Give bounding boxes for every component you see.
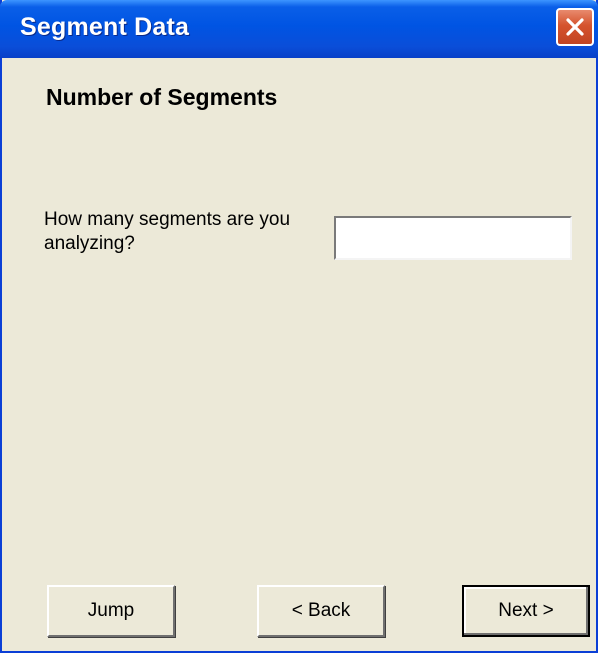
next-button[interactable]: Next > (462, 585, 590, 637)
jump-button[interactable]: Jump (47, 585, 175, 637)
window-title: Segment Data (20, 13, 190, 41)
close-button[interactable] (556, 8, 594, 46)
segments-count-input[interactable] (334, 216, 572, 260)
segments-question-label: How many segments are you analyzing? (44, 209, 291, 254)
title-bar[interactable]: Segment Data (0, 0, 598, 58)
close-icon (566, 18, 584, 36)
back-button[interactable]: < Back (257, 585, 385, 637)
segment-data-dialog: Segment Data Number of Segments How many… (0, 0, 598, 653)
section-heading: Number of Segments (46, 84, 278, 110)
